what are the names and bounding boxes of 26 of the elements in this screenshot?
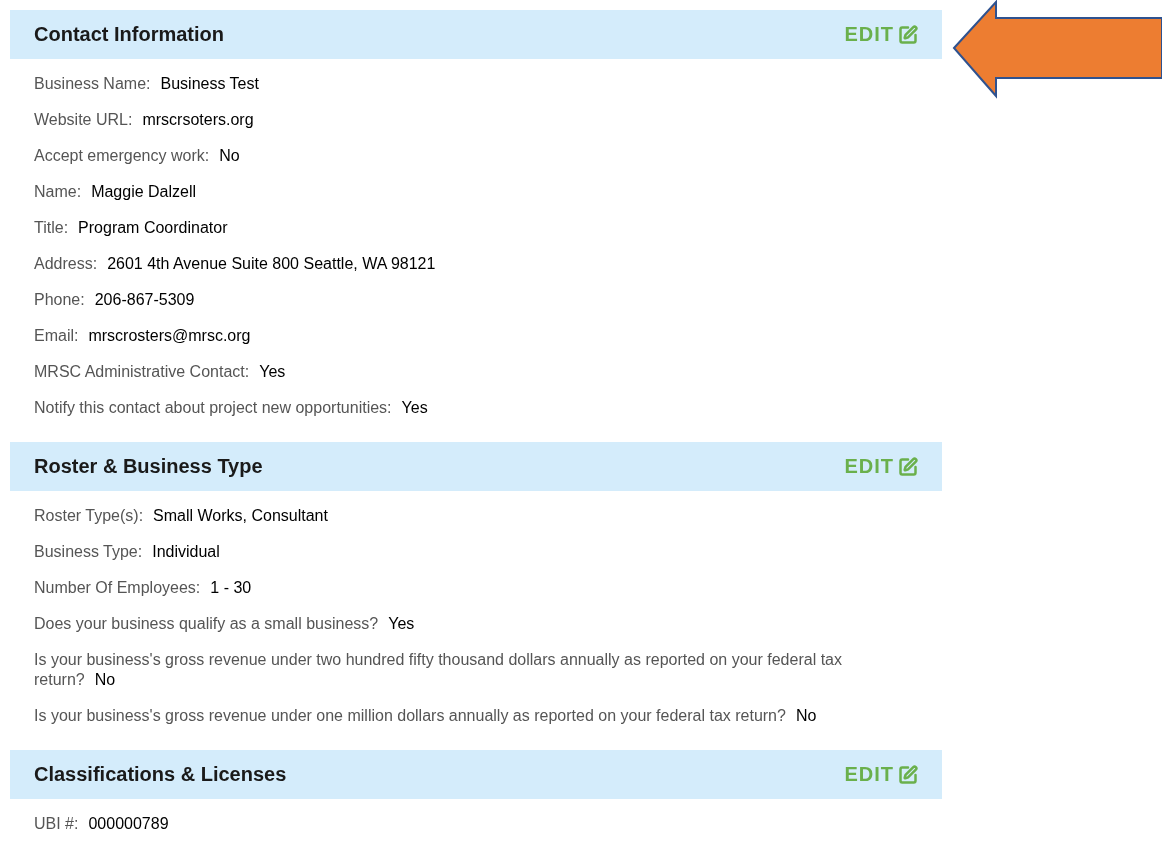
field-row-text: UBI #: 000000789 (34, 814, 170, 834)
field-row-text: Number Of Employees: 1 - 30 (34, 578, 253, 598)
edit-link[interactable]: EDIT (844, 455, 918, 478)
field-row-text: Business Type: Individual (34, 542, 221, 562)
field-row-text: Email: mrscrosters@mrsc.org (34, 326, 252, 346)
field-row-text: MRSC Administrative Contact: Yes (34, 362, 287, 382)
field-row-text: Is your business's gross revenue under two hundred fifty thousand dollars annually as reported on your federal tax return? No (34, 650, 843, 690)
edit-icon (898, 456, 918, 477)
field-row-text: Address: 2601 4th Avenue Suite 800 Seattle, WA 98121 (34, 254, 437, 274)
field-row-text: Does your business qualify as a small business? Yes (34, 614, 416, 634)
edit-link[interactable]: EDIT (844, 763, 918, 786)
field-row-text: Title: Program Coordinator (34, 218, 229, 238)
section-title: Roster & Business Type (34, 455, 263, 478)
section-title: Classifications & Licenses (34, 763, 287, 786)
edit-link[interactable]: EDIT (844, 23, 918, 46)
edit-icon (898, 764, 918, 785)
field-row-text: Business Name: Business Test (34, 74, 260, 94)
field-row-text: Roster Type(s): Small Works, Consultant (34, 506, 329, 526)
field-row-text: Accept emergency work: No (34, 146, 241, 166)
section-title: Contact Information (34, 23, 224, 46)
edit-icon (898, 24, 918, 45)
field-row-text: Website URL: mrscrsoters.org (34, 110, 255, 130)
field-row-text: Name: Maggie Dalzell (34, 182, 198, 202)
field-row-text: Notify this contact about project new opportunities: Yes (34, 398, 429, 418)
field-row-text: Phone: 206-867-5309 (34, 290, 196, 310)
field-row-text: Is your business's gross revenue under one million dollars annually as reported on your federal tax return? No (34, 706, 818, 726)
